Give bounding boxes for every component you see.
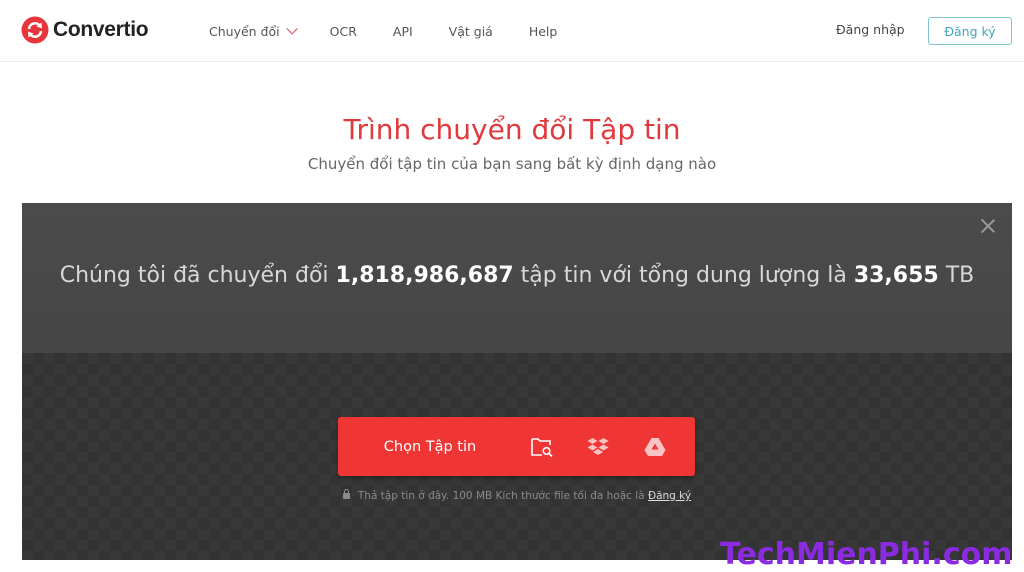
nav-pricing[interactable]: Vật giá <box>449 24 493 39</box>
conversion-stats: Chúng tôi đã chuyển đổi 1,818,986,687 tậ… <box>22 263 1012 288</box>
google-drive-icon[interactable] <box>642 434 668 460</box>
note-signup-link[interactable]: Đăng ký <box>648 490 691 502</box>
nav-ocr[interactable]: OCR <box>330 24 357 39</box>
stats-suffix: TB <box>938 263 975 288</box>
login-link[interactable]: Đăng nhập <box>836 22 905 37</box>
chevron-down-icon <box>286 23 298 35</box>
stats-middle: tập tin với tổng dung lượng là <box>513 263 854 288</box>
convertio-logo[interactable]: Convertio <box>21 16 149 44</box>
choose-files-button[interactable]: Chọn Tập tin <box>338 417 522 476</box>
folder-search-icon[interactable] <box>529 434 555 460</box>
nav-help[interactable]: Help <box>529 24 558 39</box>
upload-panel: Chúng tôi đã chuyển đổi 1,818,986,687 tậ… <box>22 203 1012 560</box>
stats-prefix: Chúng tôi đã chuyển đổi <box>59 263 336 288</box>
nav-ocr-label: OCR <box>329 23 357 39</box>
drop-note-text: Thả tập tin ở đây. 100 MB Kích thước fil… <box>357 490 648 502</box>
nav-api-label: API <box>392 23 413 39</box>
nav-convert[interactable]: Chuyển đổi <box>209 23 298 39</box>
files-count: 1,818,986,687 <box>335 263 514 288</box>
drop-note: Thả tập tin ở đây. 100 MB Kích thước fil… <box>22 489 1012 502</box>
upload-button-group: Chọn Tập tin <box>338 417 695 476</box>
page-subtitle: Chuyển đổi tập tin của bạn sang bất kỳ đ… <box>307 155 717 173</box>
lock-icon <box>342 489 350 499</box>
nav-pricing-label: Vật giá <box>448 23 493 39</box>
logo-text: Convertio <box>53 18 149 41</box>
watermark: TechMienPhi.com <box>720 537 1013 572</box>
signup-button[interactable]: Đăng ký <box>928 17 1012 45</box>
total-size: 33,655 <box>853 263 939 288</box>
page-title: Trình chuyển đổi Tập tin <box>343 113 681 146</box>
nav-help-label: Help <box>528 23 558 39</box>
main-nav: Chuyển đổi OCR API Vật giá Help <box>209 0 593 62</box>
nav-api[interactable]: API <box>393 24 413 39</box>
top-header: Convertio Chuyển đổi OCR API Vật giá Hel… <box>0 0 1024 62</box>
nav-convert-label: Chuyển đổi <box>209 23 280 39</box>
close-icon[interactable] <box>979 217 997 235</box>
convertio-logo-icon <box>21 16 49 44</box>
dropbox-icon[interactable] <box>585 434 611 460</box>
